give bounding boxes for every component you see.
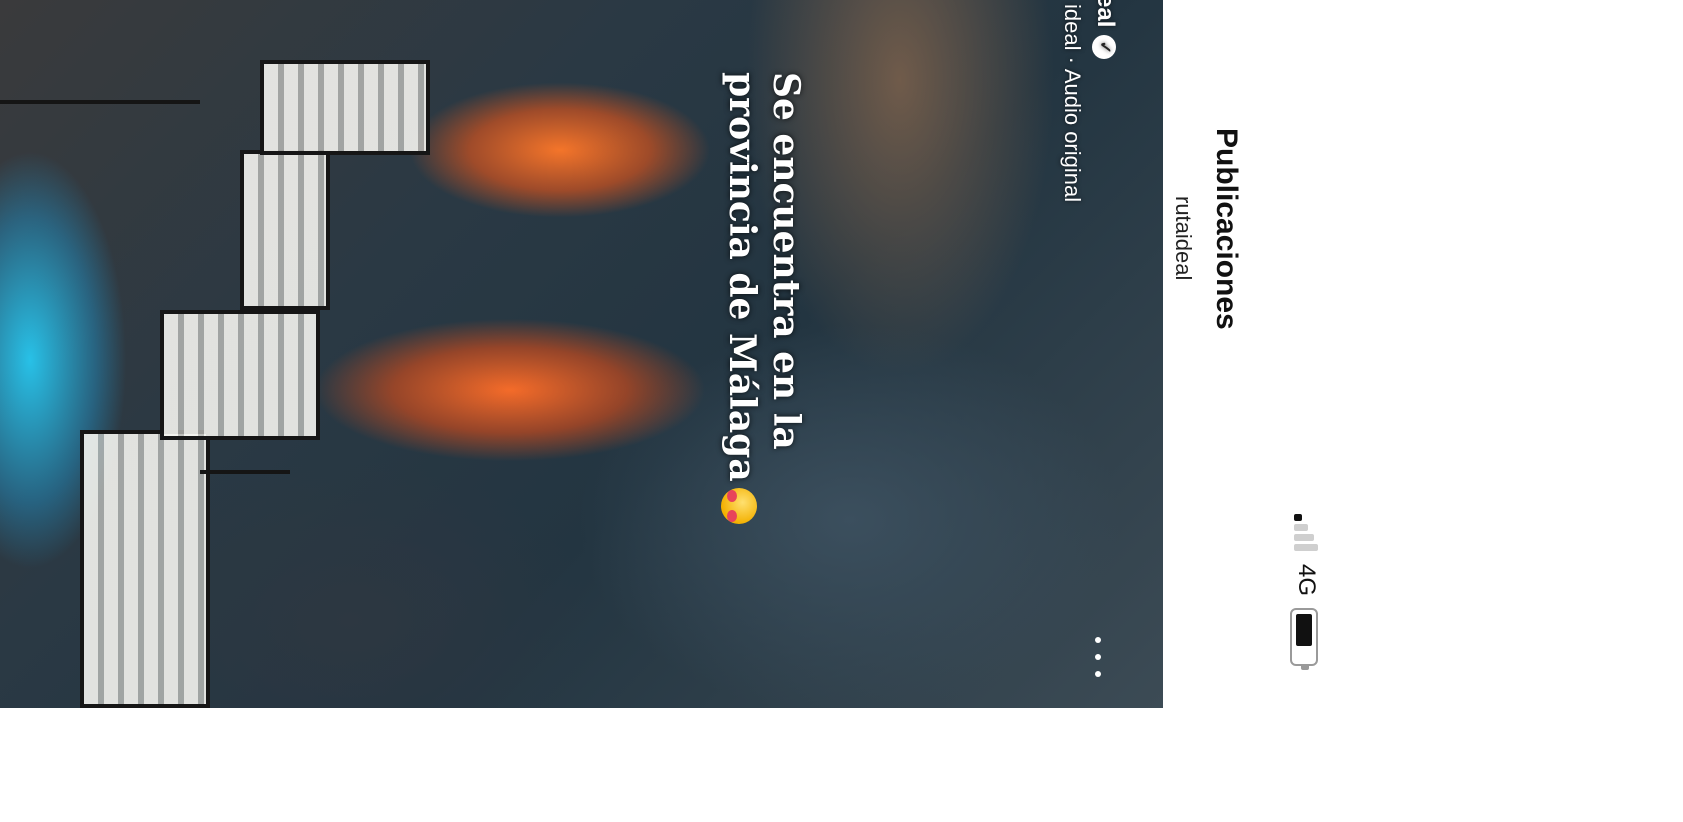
author-audio-meta[interactable]: ideal · Audio original bbox=[1058, 4, 1086, 202]
author-name[interactable]: eal ✓ bbox=[1090, 0, 1120, 60]
page-title: Publicaciones bbox=[1210, 128, 1243, 330]
verified-badge-icon: ✓ bbox=[1092, 35, 1117, 60]
stair-railing bbox=[80, 430, 210, 708]
hugging-face-emoji-icon bbox=[721, 487, 757, 524]
stair-handrail bbox=[200, 470, 290, 474]
battery-icon bbox=[1290, 608, 1318, 670]
caption-line-2-text: provincia de Málaga bbox=[721, 72, 763, 482]
battery-cap bbox=[1301, 666, 1309, 670]
caption-line-2: provincia de Málaga bbox=[720, 72, 764, 524]
rotated-phone-screen: Se encuentra en la provincia de Málaga e… bbox=[0, 0, 1683, 822]
more-options-icon[interactable] bbox=[1090, 637, 1106, 677]
stair-railing bbox=[260, 60, 430, 155]
caption-line-1: Se encuentra en la bbox=[765, 72, 807, 450]
battery-level bbox=[1296, 614, 1312, 646]
reel-caption: Se encuentra en la provincia de Málaga bbox=[720, 72, 808, 524]
network-type-label: 4G bbox=[1293, 564, 1320, 597]
more-dot bbox=[1095, 637, 1101, 643]
reel-video[interactable]: Se encuentra en la provincia de Málaga e… bbox=[0, 0, 1163, 708]
more-dot bbox=[1095, 671, 1101, 677]
author-name-text[interactable]: eal bbox=[1092, 0, 1119, 27]
stair-handrail bbox=[0, 100, 200, 104]
stair-railing bbox=[240, 150, 330, 310]
stair-railing bbox=[160, 310, 320, 440]
page-subtitle-username[interactable]: rutaideal bbox=[1170, 196, 1196, 280]
more-dot bbox=[1095, 654, 1101, 660]
signal-bars-icon bbox=[1290, 512, 1320, 554]
